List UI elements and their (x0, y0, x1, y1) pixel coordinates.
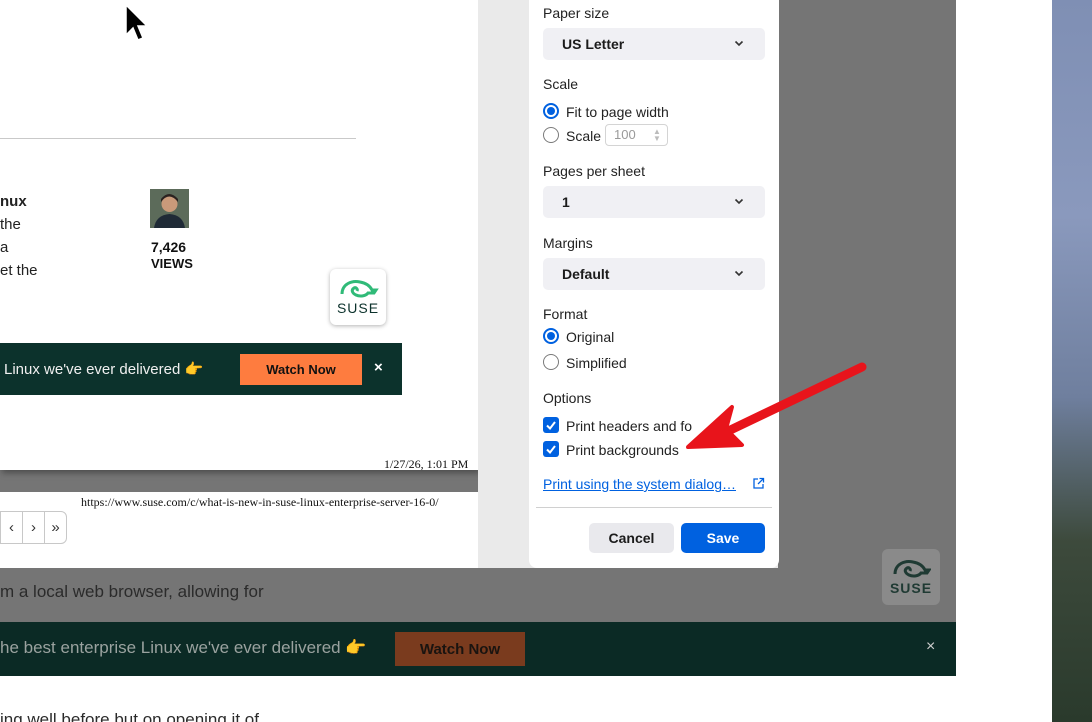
window-edge-area (956, 0, 1052, 722)
preview-date-footer: 1/27/26, 1:01 PM (384, 457, 469, 471)
background-banner-text: he best enterprise Linux we've ever deli… (0, 638, 367, 657)
preview-banner-text: Linux we've ever delivered 👉 (4, 361, 204, 378)
external-link-icon[interactable] (752, 477, 765, 490)
mouse-cursor-icon (125, 3, 148, 41)
preview-divider (0, 138, 356, 139)
background-article-text: m a local web browser, allowing for (0, 582, 264, 601)
preview-url-header: https://www.suse.com/c/what-is-new-in-su… (81, 495, 439, 509)
scale-label: Scale (543, 76, 579, 92)
pager-next-button[interactable]: › (22, 512, 44, 543)
print-preview-page: nux the a et the 7,426 VIEWS SUSE Linux … (0, 0, 478, 471)
format-original-radio[interactable] (543, 328, 559, 344)
preview-banner-close-icon: × (374, 359, 383, 376)
checkmark-icon (546, 445, 556, 455)
save-button[interactable]: Save (681, 523, 765, 553)
preview-suse-badge: SUSE (330, 269, 386, 325)
fit-to-page-width-radio[interactable] (543, 103, 559, 119)
pages-per-sheet-label: Pages per sheet (543, 163, 645, 179)
preview-text-snippet: a (0, 239, 9, 256)
desktop-wallpaper (1052, 0, 1092, 722)
custom-scale-label[interactable]: Scale (566, 128, 601, 144)
paper-size-select[interactable]: US Letter (543, 28, 765, 60)
panel-footer-divider (536, 507, 772, 508)
pages-per-sheet-value: 1 (562, 194, 570, 210)
pager-prev-button[interactable]: ‹ (1, 512, 22, 543)
chevron-down-icon (734, 40, 744, 47)
preview-text-snippet: nux (0, 193, 27, 210)
scale-value-text: 100 (614, 127, 636, 142)
background-article-text-2: ing well before but on opening it of (0, 710, 259, 722)
preview-text-snippet: et the (0, 262, 38, 279)
format-simplified-label[interactable]: Simplified (566, 355, 627, 371)
background-watch-now-button: Watch Now (395, 632, 525, 666)
chevron-down-icon (734, 198, 744, 205)
suse-chameleon-logo (340, 280, 379, 298)
preview-watch-now-button: Watch Now (240, 354, 362, 385)
pages-per-sheet-select[interactable]: 1 (543, 186, 765, 218)
background-suse-label: SUSE (889, 580, 933, 596)
cancel-button[interactable]: Cancel (589, 523, 674, 553)
pager-last-button[interactable]: » (44, 512, 66, 543)
chevron-down-icon (734, 270, 744, 277)
background-promo-banner: he best enterprise Linux we've ever deli… (0, 622, 956, 676)
views-count: 7,426 (151, 239, 187, 255)
paper-size-label: Paper size (543, 5, 610, 21)
system-dialog-link[interactable]: Print using the system dialog… (543, 476, 736, 492)
scale-value-input[interactable]: 100 ▲ ▼ (605, 124, 668, 146)
paper-size-value: US Letter (562, 36, 625, 52)
format-original-label[interactable]: Original (566, 329, 614, 345)
preview-suse-label: SUSE (336, 300, 380, 316)
fit-to-page-width-label[interactable]: Fit to page width (566, 104, 669, 120)
author-avatar (150, 189, 189, 228)
preview-text-snippet: the (0, 216, 21, 233)
suse-chameleon-logo (893, 560, 931, 578)
print-headers-checkbox[interactable] (543, 417, 559, 433)
format-label: Format (543, 306, 588, 322)
preview-pager: ‹ › » (0, 511, 67, 544)
checkmark-icon (546, 421, 556, 431)
print-backgrounds-label[interactable]: Print backgrounds (566, 442, 679, 458)
margins-value: Default (562, 266, 610, 282)
background-suse-badge: SUSE (882, 549, 940, 605)
preview-promo-banner: Linux we've ever delivered 👉 Watch Now × (0, 343, 402, 395)
print-backgrounds-checkbox[interactable] (543, 441, 559, 457)
red-annotation-arrow (686, 362, 867, 449)
options-label: Options (543, 390, 592, 406)
scale-spinner-icon: ▲ ▼ (653, 127, 661, 143)
margins-select[interactable]: Default (543, 258, 765, 290)
custom-scale-radio[interactable] (543, 127, 559, 143)
format-simplified-radio[interactable] (543, 354, 559, 370)
views-label: VIEWS (151, 256, 193, 271)
margins-label: Margins (543, 235, 593, 251)
print-headers-label[interactable]: Print headers and fo (566, 418, 692, 434)
background-banner-close-icon: × (926, 638, 936, 655)
